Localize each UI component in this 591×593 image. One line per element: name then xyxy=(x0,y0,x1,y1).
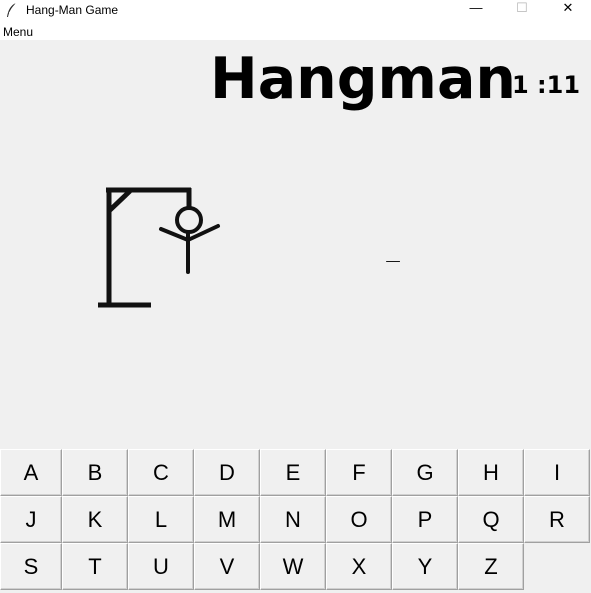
letter-button-r[interactable]: R xyxy=(524,496,590,543)
hangman-head xyxy=(175,206,203,234)
letter-button-j[interactable]: J xyxy=(0,496,62,543)
game-title: Hangman xyxy=(210,46,516,112)
letter-button-u[interactable]: U xyxy=(128,543,194,590)
letter-button-b[interactable]: B xyxy=(62,449,128,496)
letter-button-v[interactable]: V xyxy=(194,543,260,590)
feather-icon xyxy=(7,2,17,17)
letter-button-p[interactable]: P xyxy=(392,496,458,543)
letter-button-m[interactable]: M xyxy=(194,496,260,543)
letter-button-t[interactable]: T xyxy=(62,543,128,590)
window-title: Hang-Man Game xyxy=(26,3,119,17)
hangman-drawing xyxy=(98,187,220,308)
letter-button-s[interactable]: S xyxy=(0,543,62,590)
letter-button-n[interactable]: N xyxy=(260,496,326,543)
letter-button-h[interactable]: H xyxy=(458,449,524,496)
letter-button-k[interactable]: K xyxy=(62,496,128,543)
letter-keyboard: ABCDEFGHI JKLMNOPQR STUVWXYZ xyxy=(0,449,591,593)
title-bar: Hang-Man Game — ☐ ✕ xyxy=(0,0,591,24)
maximize-button[interactable]: ☐ xyxy=(499,0,545,22)
letter-button-o[interactable]: O xyxy=(326,496,392,543)
menu-item-menu[interactable]: Menu xyxy=(3,25,33,39)
timer-display: 1 :11 xyxy=(512,71,581,99)
letter-button-q[interactable]: Q xyxy=(458,496,524,543)
letter-button-a[interactable]: A xyxy=(0,449,62,496)
gallows-brace xyxy=(107,189,132,213)
letter-button-d[interactable]: D xyxy=(194,449,260,496)
minimize-button[interactable]: — xyxy=(453,0,499,22)
letter-button-w[interactable]: W xyxy=(260,543,326,590)
letter-button-f[interactable]: F xyxy=(326,449,392,496)
menu-bar: Menu xyxy=(0,24,591,40)
letter-button-y[interactable]: Y xyxy=(392,543,458,590)
letter-button-g[interactable]: G xyxy=(392,449,458,496)
letter-button-z[interactable]: Z xyxy=(458,543,524,590)
letter-button-x[interactable]: X xyxy=(326,543,392,590)
letter-button-c[interactable]: C xyxy=(128,449,194,496)
letter-button-e[interactable]: E xyxy=(260,449,326,496)
letter-button-i[interactable]: I xyxy=(524,449,590,496)
close-button[interactable]: ✕ xyxy=(545,0,591,22)
letter-button-l[interactable]: L xyxy=(128,496,194,543)
word-display: _ xyxy=(386,238,400,265)
